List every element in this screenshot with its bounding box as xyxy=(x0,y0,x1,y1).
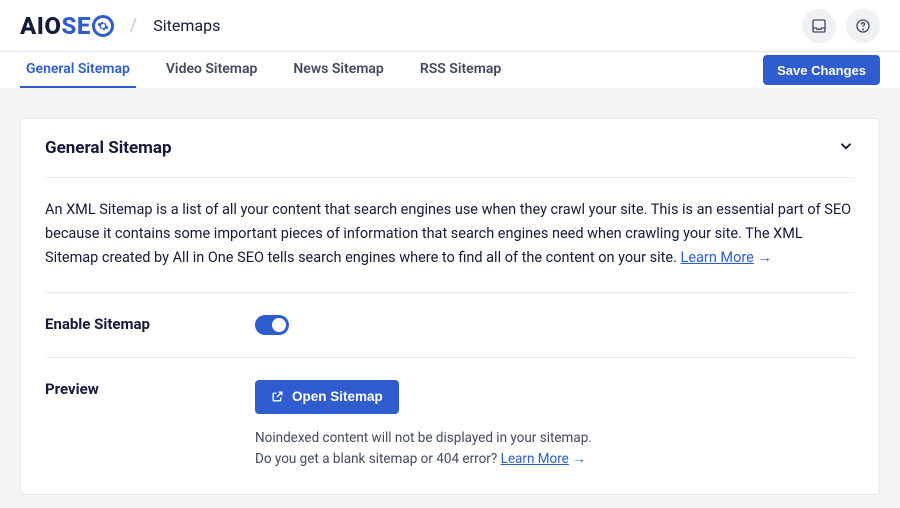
preview-note: Noindexed content will not be displayed … xyxy=(255,428,855,470)
gear-icon xyxy=(92,15,114,37)
arrow-icon: → xyxy=(572,451,586,467)
breadcrumb-sep: / xyxy=(130,15,137,36)
enable-sitemap-control xyxy=(255,315,855,335)
row-preview: Preview Open Sitemap Noindexed content w… xyxy=(45,357,855,470)
topbar-actions xyxy=(802,9,880,43)
arrow-icon: → xyxy=(757,249,772,266)
enable-sitemap-toggle[interactable] xyxy=(255,315,289,335)
preview-label: Preview xyxy=(45,380,255,470)
tab-news-sitemap[interactable]: News Sitemap xyxy=(287,52,389,88)
divider xyxy=(45,177,855,178)
card-general-sitemap: General Sitemap An XML Sitemap is a list… xyxy=(20,118,880,495)
tab-video-sitemap[interactable]: Video Sitemap xyxy=(160,52,264,88)
tab-general-sitemap[interactable]: General Sitemap xyxy=(20,52,136,88)
preview-content: Open Sitemap Noindexed content will not … xyxy=(255,380,855,470)
logo-seo: SE xyxy=(61,12,113,40)
tabs: General Sitemap Video Sitemap News Sitem… xyxy=(0,52,900,88)
tab-rss-sitemap[interactable]: RSS Sitemap xyxy=(414,52,507,88)
content: General Sitemap An XML Sitemap is a list… xyxy=(0,88,900,495)
open-sitemap-button[interactable]: Open Sitemap xyxy=(255,380,399,414)
chevron-down-icon[interactable] xyxy=(837,137,855,159)
save-button[interactable]: Save Changes xyxy=(763,55,880,85)
sitemap-description: An XML Sitemap is a list of all your con… xyxy=(45,198,855,270)
blank-sitemap-learn-more-link[interactable]: Learn More xyxy=(501,451,569,467)
logo: AIOSE xyxy=(20,12,114,40)
enable-sitemap-label: Enable Sitemap xyxy=(45,315,255,335)
help-icon[interactable] xyxy=(846,9,880,43)
card-title: General Sitemap xyxy=(45,138,172,158)
logo-aio: AIO xyxy=(20,12,61,40)
breadcrumb: Sitemaps xyxy=(153,16,220,35)
card-header: General Sitemap xyxy=(21,119,879,177)
topbar: AIOSE / Sitemaps xyxy=(0,0,900,52)
inbox-icon[interactable] xyxy=(802,9,836,43)
learn-more-link[interactable]: Learn More xyxy=(681,249,754,266)
card-body: An XML Sitemap is a list of all your con… xyxy=(21,177,879,494)
toggle-knob xyxy=(272,318,286,332)
external-link-icon xyxy=(271,390,284,403)
row-enable-sitemap: Enable Sitemap xyxy=(45,292,855,335)
